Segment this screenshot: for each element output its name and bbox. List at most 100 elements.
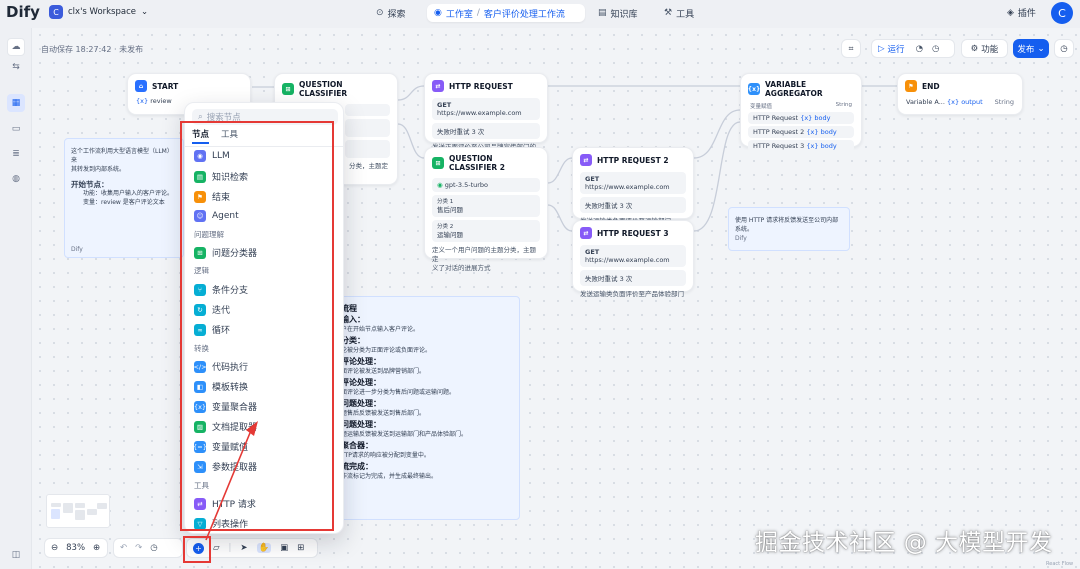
toggle-icon[interactable]: ⇆ xyxy=(7,58,25,76)
export-image-icon[interactable]: ▣ xyxy=(280,543,288,553)
watermark: 掘金技术社区 @ 大模型开发 xyxy=(755,530,1053,556)
breadcrumb-separator: / xyxy=(476,8,480,18)
node-http1-title: HTTP REQUEST xyxy=(449,81,513,91)
note-process-heading: 聚合器： xyxy=(341,440,373,450)
note-process-heading: 流完成： xyxy=(341,461,373,471)
app-icon[interactable]: ☁ xyxy=(7,38,25,56)
undo-icon[interactable]: ↶ xyxy=(120,543,127,553)
top-bar: Dify C clx's Workspace ⌄ ⊙ 探索 ◉ 工作室 / 客户… xyxy=(0,0,1080,28)
note-process[interactable]: 流程 输入： 户在开始节点输入客户评论。 分类： 论被分类为正面评论或负面评论。 评论处理… xyxy=(334,296,520,520)
compass-icon: ⊙ xyxy=(376,8,384,18)
features-icon: ⚙ xyxy=(970,43,979,54)
minimap-note xyxy=(51,509,60,519)
node-http-request-3[interactable]: ⇄ HTTP REQUEST 3 GET https://www.example.… xyxy=(572,220,694,298)
aggregator-icon: {x} xyxy=(748,83,760,95)
qc1-row xyxy=(345,104,390,116)
minimap-node xyxy=(97,503,107,509)
qc2-model-label: gpt-3.5-turbo xyxy=(444,181,489,189)
clock-icon: ◷ xyxy=(1060,43,1068,54)
node-http-request[interactable]: ⇄ HTTP REQUEST GET https://www.example.co… xyxy=(424,73,548,160)
nav-studio[interactable]: ◉ 工作室 / 客户评价处理工作流 xyxy=(427,4,585,22)
workspace-name: clx's Workspace xyxy=(68,7,136,17)
http1-url-row: GET https://www.example.com xyxy=(432,98,540,120)
workspace-switcher[interactable]: C clx's Workspace ⌄ xyxy=(49,5,148,19)
features-button[interactable]: ⚙ 功能 xyxy=(961,39,1008,58)
collapse-sidebar-icon[interactable]: ◫ xyxy=(7,546,25,564)
react-flow-attribution[interactable]: React Flow xyxy=(1046,561,1073,567)
robot-icon: ◉ xyxy=(434,8,442,18)
agg-label: 变量赋值 xyxy=(750,104,773,110)
hand-icon[interactable]: ✋ xyxy=(256,543,272,553)
node-http-request-2[interactable]: ⇄ HTTP REQUEST 2 GET https://www.example.… xyxy=(572,147,694,225)
http3-url: https://www.example.com xyxy=(585,256,670,264)
run-button[interactable]: 运行 xyxy=(888,43,905,55)
add-note-icon[interactable]: ▱ xyxy=(213,543,220,553)
http2-retry: 失败时重试 3 次 xyxy=(580,197,686,213)
note-process-line: 题售后反馈被发送到售后部门。 xyxy=(341,410,426,417)
minimap[interactable] xyxy=(46,494,110,528)
agg-row3-source: HTTP Request 3 xyxy=(753,142,805,150)
play-icon[interactable]: ▷ xyxy=(878,44,885,54)
node-http3-title: HTTP REQUEST 3 xyxy=(597,228,669,238)
http-icon: ⇄ xyxy=(580,227,592,239)
variable-icon: ⌗ xyxy=(848,43,854,54)
checklist-icon[interactable]: ◔ xyxy=(916,44,923,54)
node-qc2-title: QUESTION CLASSIFIER 2 xyxy=(449,154,505,172)
end-var: output xyxy=(961,98,983,106)
nav-studio-label: 工作室 xyxy=(445,9,473,20)
history-icon[interactable]: ◷ xyxy=(150,543,157,553)
note-process-line: 论被分类为正面评论或负面评论。 xyxy=(341,347,432,354)
plugins-label: 插件 xyxy=(1017,9,1036,19)
qc1-desc: 分类，主题定 xyxy=(349,162,388,170)
note-left[interactable]: 这个工作流利用大型语言模型（LLM）来 其转发到内部系统。 开始节点： 功能：收… xyxy=(64,138,184,258)
nav-explore-label: 探索 xyxy=(387,9,406,20)
dify-logo[interactable]: Dify xyxy=(6,3,40,21)
note-right[interactable]: 使用 HTTP 请求将反馈发送至公司内部 系统。 Dify xyxy=(728,207,850,251)
note-process-line: 户在开始节点输入客户评论。 xyxy=(341,326,420,333)
qc2-class1: 售后问题 xyxy=(437,206,463,214)
node-http2-title: HTTP REQUEST 2 xyxy=(597,155,669,165)
user-avatar[interactable]: C xyxy=(1051,2,1073,24)
node-question-classifier-2[interactable]: ⊞ QUESTION CLASSIFIER 2 ◉ gpt-3.5-turbo 分… xyxy=(424,147,548,272)
node-variable-aggregator[interactable]: {x} VARIABLE AGGREGATOR 变量赋值 String HTTP R… xyxy=(740,73,862,152)
node-agg-title: VARIABLE AGGREGATOR xyxy=(765,80,823,98)
nav-explore[interactable]: ⊙ 探索 xyxy=(376,5,406,21)
terminal-icon[interactable]: ▭ xyxy=(7,120,25,138)
pointer-icon[interactable]: ➤ xyxy=(240,543,247,553)
monitor-icon[interactable]: ◍ xyxy=(7,170,25,188)
qc1-row xyxy=(345,119,390,137)
qc1-row xyxy=(345,140,390,158)
node-qc1-title: QUESTION CLASSIFIER xyxy=(299,80,348,98)
minimap-node xyxy=(63,503,73,513)
nav-tools[interactable]: ⚒ 工具 xyxy=(664,5,694,21)
nav-knowledge[interactable]: ▤ 知识库 xyxy=(598,5,638,21)
zoom-out-icon[interactable]: ⊖ xyxy=(51,543,58,553)
history-icon[interactable]: ◷ xyxy=(932,44,939,54)
orchestrate-icon[interactable]: ▦ xyxy=(7,94,25,112)
nav-app-label[interactable]: 客户评价处理工作流 xyxy=(484,7,565,20)
publish-button[interactable]: 发布 ⌄ xyxy=(1013,39,1049,58)
qc2-desc-1: 定义一个用户问题的主题分类，主题定 xyxy=(432,246,536,263)
node-end[interactable]: ⚑ END Variable A... {x} output String xyxy=(897,73,1023,115)
note-process-line: 面评论被发送到品牌营销部门。 xyxy=(341,368,426,375)
organize-icon[interactable]: ⊞ xyxy=(297,543,304,553)
note-left-heading: 开始节点： xyxy=(71,180,109,189)
http3-method: GET xyxy=(585,248,600,256)
qc2-model: ◉ gpt-3.5-turbo xyxy=(432,178,540,192)
minimap-node xyxy=(51,503,61,507)
redo-icon[interactable]: ↷ xyxy=(135,543,142,553)
zoom-in-icon[interactable]: ⊕ xyxy=(93,543,100,553)
zoom-level[interactable]: 83% xyxy=(66,543,85,553)
version-history-button[interactable]: ◷ xyxy=(1054,39,1074,58)
agg-row-3: HTTP Request 3 {x} body xyxy=(748,140,854,152)
end-var-type: String xyxy=(994,98,1014,106)
qc2-class-2: 分类 2 运输问题 xyxy=(432,220,540,242)
publish-label: 发布 xyxy=(1017,44,1035,55)
env-vars-button[interactable]: ⌗ xyxy=(841,39,861,58)
chevron-down-icon: ⌄ xyxy=(141,7,149,17)
plugins-button[interactable]: ◈ 插件 xyxy=(1007,6,1036,20)
http-icon: ⇄ xyxy=(580,154,592,166)
logs-icon[interactable]: ≣ xyxy=(7,145,25,163)
classifier-icon: ⊞ xyxy=(282,83,294,95)
agg-row2-var: body xyxy=(820,128,837,136)
